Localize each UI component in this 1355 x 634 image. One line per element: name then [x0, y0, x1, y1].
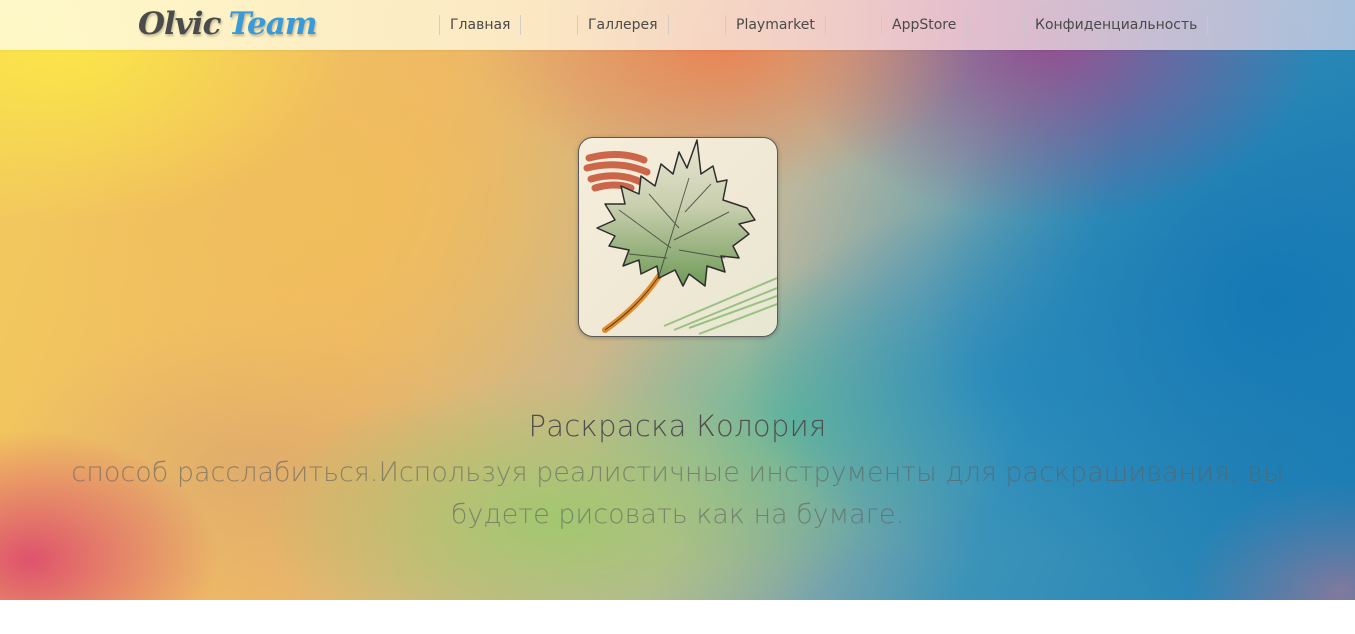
logo-text-primary: Olvic — [138, 6, 221, 42]
brand-logo[interactable]: Olvic Team — [138, 6, 318, 42]
logo-text-accent: Team — [228, 6, 317, 42]
hero-banner: Olvic Team Главная Галлерея Playmarket Ap… — [0, 0, 1355, 600]
app-icon[interactable] — [578, 137, 778, 337]
nav-link-appstore[interactable]: AppStore — [881, 15, 968, 35]
top-navbar: Olvic Team Главная Галлерея Playmarket Ap… — [0, 0, 1355, 50]
nav-link-gallery[interactable]: Галлерея — [577, 15, 669, 35]
maple-leaf-icon — [583, 139, 777, 335]
app-title: Раскраска Колория — [528, 409, 827, 443]
nav-link-privacy[interactable]: Конфиденциальность — [1024, 15, 1209, 35]
nav-link-home[interactable]: Главная — [439, 15, 522, 35]
app-description: способ расслабиться.Используя реалистичн… — [71, 457, 1284, 530]
nav-link-playmarket[interactable]: Playmarket — [725, 15, 826, 35]
